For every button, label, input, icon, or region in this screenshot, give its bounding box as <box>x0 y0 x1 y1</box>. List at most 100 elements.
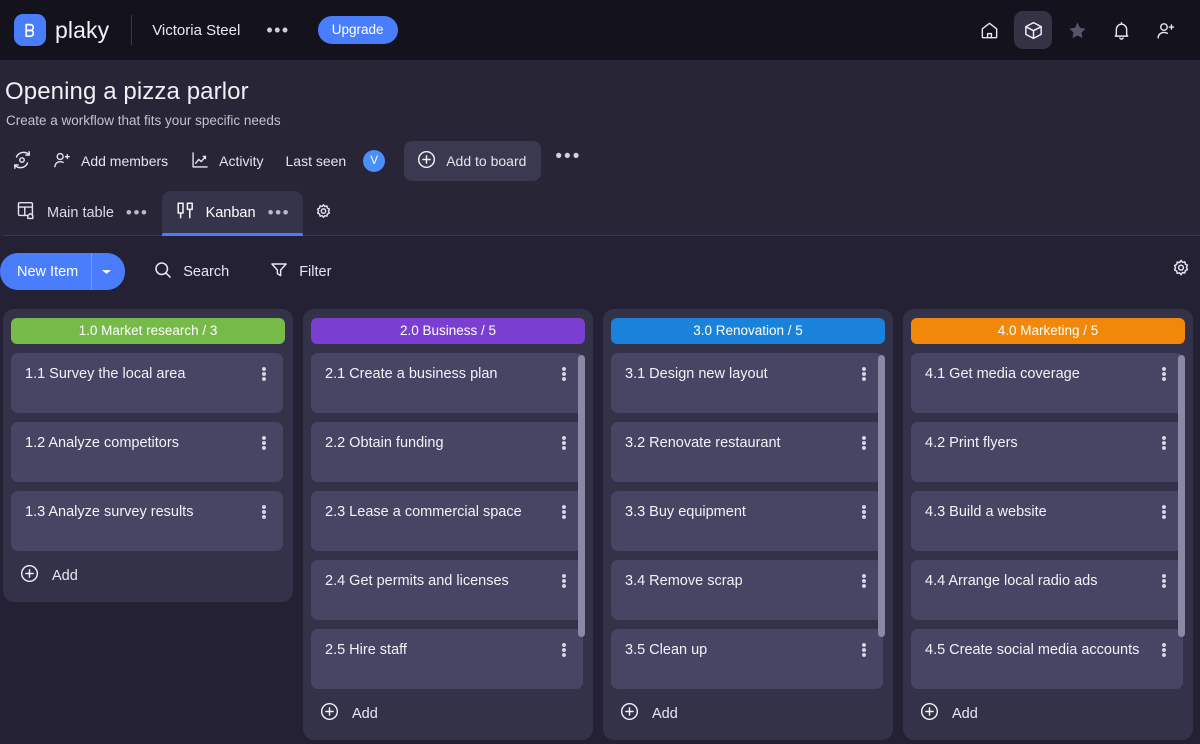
kanban-card[interactable]: 4.1 Get media coverage••• <box>911 353 1183 413</box>
search-button[interactable]: Search <box>141 252 241 292</box>
column-header[interactable]: 2.0 Business / 5 <box>311 318 585 344</box>
kanban-icon <box>175 200 196 225</box>
home-icon-button[interactable] <box>970 11 1008 49</box>
kanban-card[interactable]: 2.4 Get permits and licenses••• <box>311 560 583 620</box>
gear-icon <box>313 202 334 228</box>
card-menu-button[interactable]: ••• <box>1155 571 1173 589</box>
add-members-button[interactable]: Add members <box>41 143 179 180</box>
card-menu-button[interactable]: ••• <box>255 502 273 520</box>
add-to-board-button[interactable]: Add to board <box>404 141 541 181</box>
top-navigation-bar: plaky Victoria Steel ••• Upgrade <box>0 0 1200 60</box>
card-title: 3.1 Design new layout <box>625 364 855 384</box>
favorites-icon-button[interactable] <box>1058 11 1096 49</box>
page-subtitle: Create a workflow that fits your specifi… <box>3 106 1200 128</box>
card-title: 2.4 Get permits and licenses <box>325 571 555 591</box>
kanban-card[interactable]: 1.1 Survey the local area••• <box>11 353 283 413</box>
card-menu-button[interactable]: ••• <box>855 433 873 451</box>
card-menu-button[interactable]: ••• <box>555 364 573 382</box>
board-more-button[interactable]: ••• <box>541 152 591 170</box>
board-refresh-button[interactable] <box>3 142 41 181</box>
notifications-icon-button[interactable] <box>1102 11 1140 49</box>
board-settings-button[interactable] <box>1162 250 1200 293</box>
card-menu-button[interactable]: ••• <box>255 364 273 382</box>
column-card-list: 3.1 Design new layout•••3.2 Renovate res… <box>611 353 885 689</box>
tab-kanban-label: Kanban <box>206 205 256 221</box>
refresh-activity-icon <box>11 149 33 174</box>
add-to-board-label: Add to board <box>446 153 526 169</box>
tab-main-table-more[interactable]: ••• <box>126 209 149 217</box>
kanban-column: 2.0 Business / 5 2.1 Create a business pl… <box>303 309 593 740</box>
brand-logo[interactable]: plaky <box>14 14 109 46</box>
card-title: 1.2 Analyze competitors <box>25 433 255 453</box>
column-header[interactable]: 4.0 Marketing / 5 <box>911 318 1185 344</box>
card-title: 4.5 Create social media accounts <box>925 640 1155 660</box>
avatar[interactable]: V <box>363 150 385 172</box>
kanban-card[interactable]: 2.3 Lease a commercial space••• <box>311 491 583 551</box>
kanban-card[interactable]: 4.2 Print flyers••• <box>911 422 1183 482</box>
view-settings-button[interactable] <box>303 194 344 236</box>
card-title: 1.1 Survey the local area <box>25 364 255 384</box>
tab-kanban-more[interactable]: ••• <box>268 209 291 217</box>
kanban-card[interactable]: 1.2 Analyze competitors••• <box>11 422 283 482</box>
card-title: 3.4 Remove scrap <box>625 571 855 591</box>
card-menu-button[interactable]: ••• <box>855 571 873 589</box>
add-card-button[interactable]: Add <box>611 689 885 740</box>
column-scroll-area: 2.1 Create a business plan•••2.2 Obtain … <box>311 353 583 689</box>
filter-icon <box>269 260 289 284</box>
column-scrollbar[interactable] <box>1178 355 1185 637</box>
tab-kanban[interactable]: Kanban ••• <box>162 191 304 236</box>
workspace-name[interactable]: Victoria Steel <box>152 22 240 39</box>
activity-button[interactable]: Activity <box>179 143 274 180</box>
kanban-card[interactable]: 4.3 Build a website••• <box>911 491 1183 551</box>
workspace-more-button[interactable]: ••• <box>260 22 295 38</box>
kanban-card[interactable]: 3.1 Design new layout••• <box>611 353 883 413</box>
invite-user-icon-button[interactable] <box>1146 11 1184 49</box>
last-seen-group[interactable]: Last seen V <box>275 143 397 179</box>
kanban-card[interactable]: 3.4 Remove scrap••• <box>611 560 883 620</box>
card-menu-button[interactable]: ••• <box>855 364 873 382</box>
column-header[interactable]: 1.0 Market research / 3 <box>11 318 285 344</box>
add-person-icon <box>52 150 72 173</box>
card-menu-button[interactable]: ••• <box>1155 640 1173 658</box>
card-menu-button[interactable]: ••• <box>555 640 573 658</box>
add-card-button[interactable]: Add <box>11 551 285 602</box>
kanban-card[interactable]: 1.3 Analyze survey results••• <box>11 491 283 551</box>
kanban-card[interactable]: 3.3 Buy equipment••• <box>611 491 883 551</box>
card-menu-button[interactable]: ••• <box>555 502 573 520</box>
upgrade-button[interactable]: Upgrade <box>318 16 398 44</box>
plus-circle-icon <box>919 701 940 726</box>
column-scroll-area: 4.1 Get media coverage••• 4.2 Print flyer… <box>911 353 1183 689</box>
header-action-bar: Add members Activity Last seen V <box>3 128 1200 181</box>
kanban-card[interactable]: 4.5 Create social media accounts••• <box>911 629 1183 689</box>
card-title: 2.1 Create a business plan <box>325 364 555 384</box>
column-card-list: 1.1 Survey the local area•••1.2 Analyze … <box>11 353 285 551</box>
column-scrollbar[interactable] <box>578 355 585 637</box>
kanban-card[interactable]: 2.5 Hire staff••• <box>311 629 583 689</box>
card-menu-button[interactable]: ••• <box>1155 433 1173 451</box>
kanban-card[interactable]: 4.4 Arrange local radio ads••• <box>911 560 1183 620</box>
kanban-card[interactable]: 2.1 Create a business plan••• <box>311 353 583 413</box>
card-menu-button[interactable]: ••• <box>1155 364 1173 382</box>
column-header[interactable]: 3.0 Renovation / 5 <box>611 318 885 344</box>
card-menu-button[interactable]: ••• <box>855 640 873 658</box>
tab-main-table[interactable]: Main table ••• <box>3 191 162 236</box>
new-item-dropdown-button[interactable] <box>91 253 125 290</box>
card-menu-button[interactable]: ••• <box>255 433 273 451</box>
plus-circle-icon <box>416 149 437 173</box>
kanban-card[interactable]: 3.5 Clean up••• <box>611 629 883 689</box>
kanban-card[interactable]: 3.2 Renovate restaurant••• <box>611 422 883 482</box>
add-card-button[interactable]: Add <box>911 689 1185 740</box>
new-item-button[interactable]: New Item <box>0 253 125 290</box>
card-menu-button[interactable]: ••• <box>555 571 573 589</box>
kanban-card[interactable]: 2.2 Obtain funding••• <box>311 422 583 482</box>
card-menu-button[interactable]: ••• <box>555 433 573 451</box>
boards-icon-button[interactable] <box>1014 11 1052 49</box>
card-menu-button[interactable]: ••• <box>855 502 873 520</box>
card-title: 2.2 Obtain funding <box>325 433 555 453</box>
filter-button[interactable]: Filter <box>257 252 343 292</box>
column-scrollbar[interactable] <box>878 355 885 637</box>
add-card-button[interactable]: Add <box>311 689 585 740</box>
plaky-app: plaky Victoria Steel ••• Upgrade <box>0 0 1200 744</box>
card-menu-button[interactable]: ••• <box>1155 502 1173 520</box>
brand-name: plaky <box>55 17 109 44</box>
